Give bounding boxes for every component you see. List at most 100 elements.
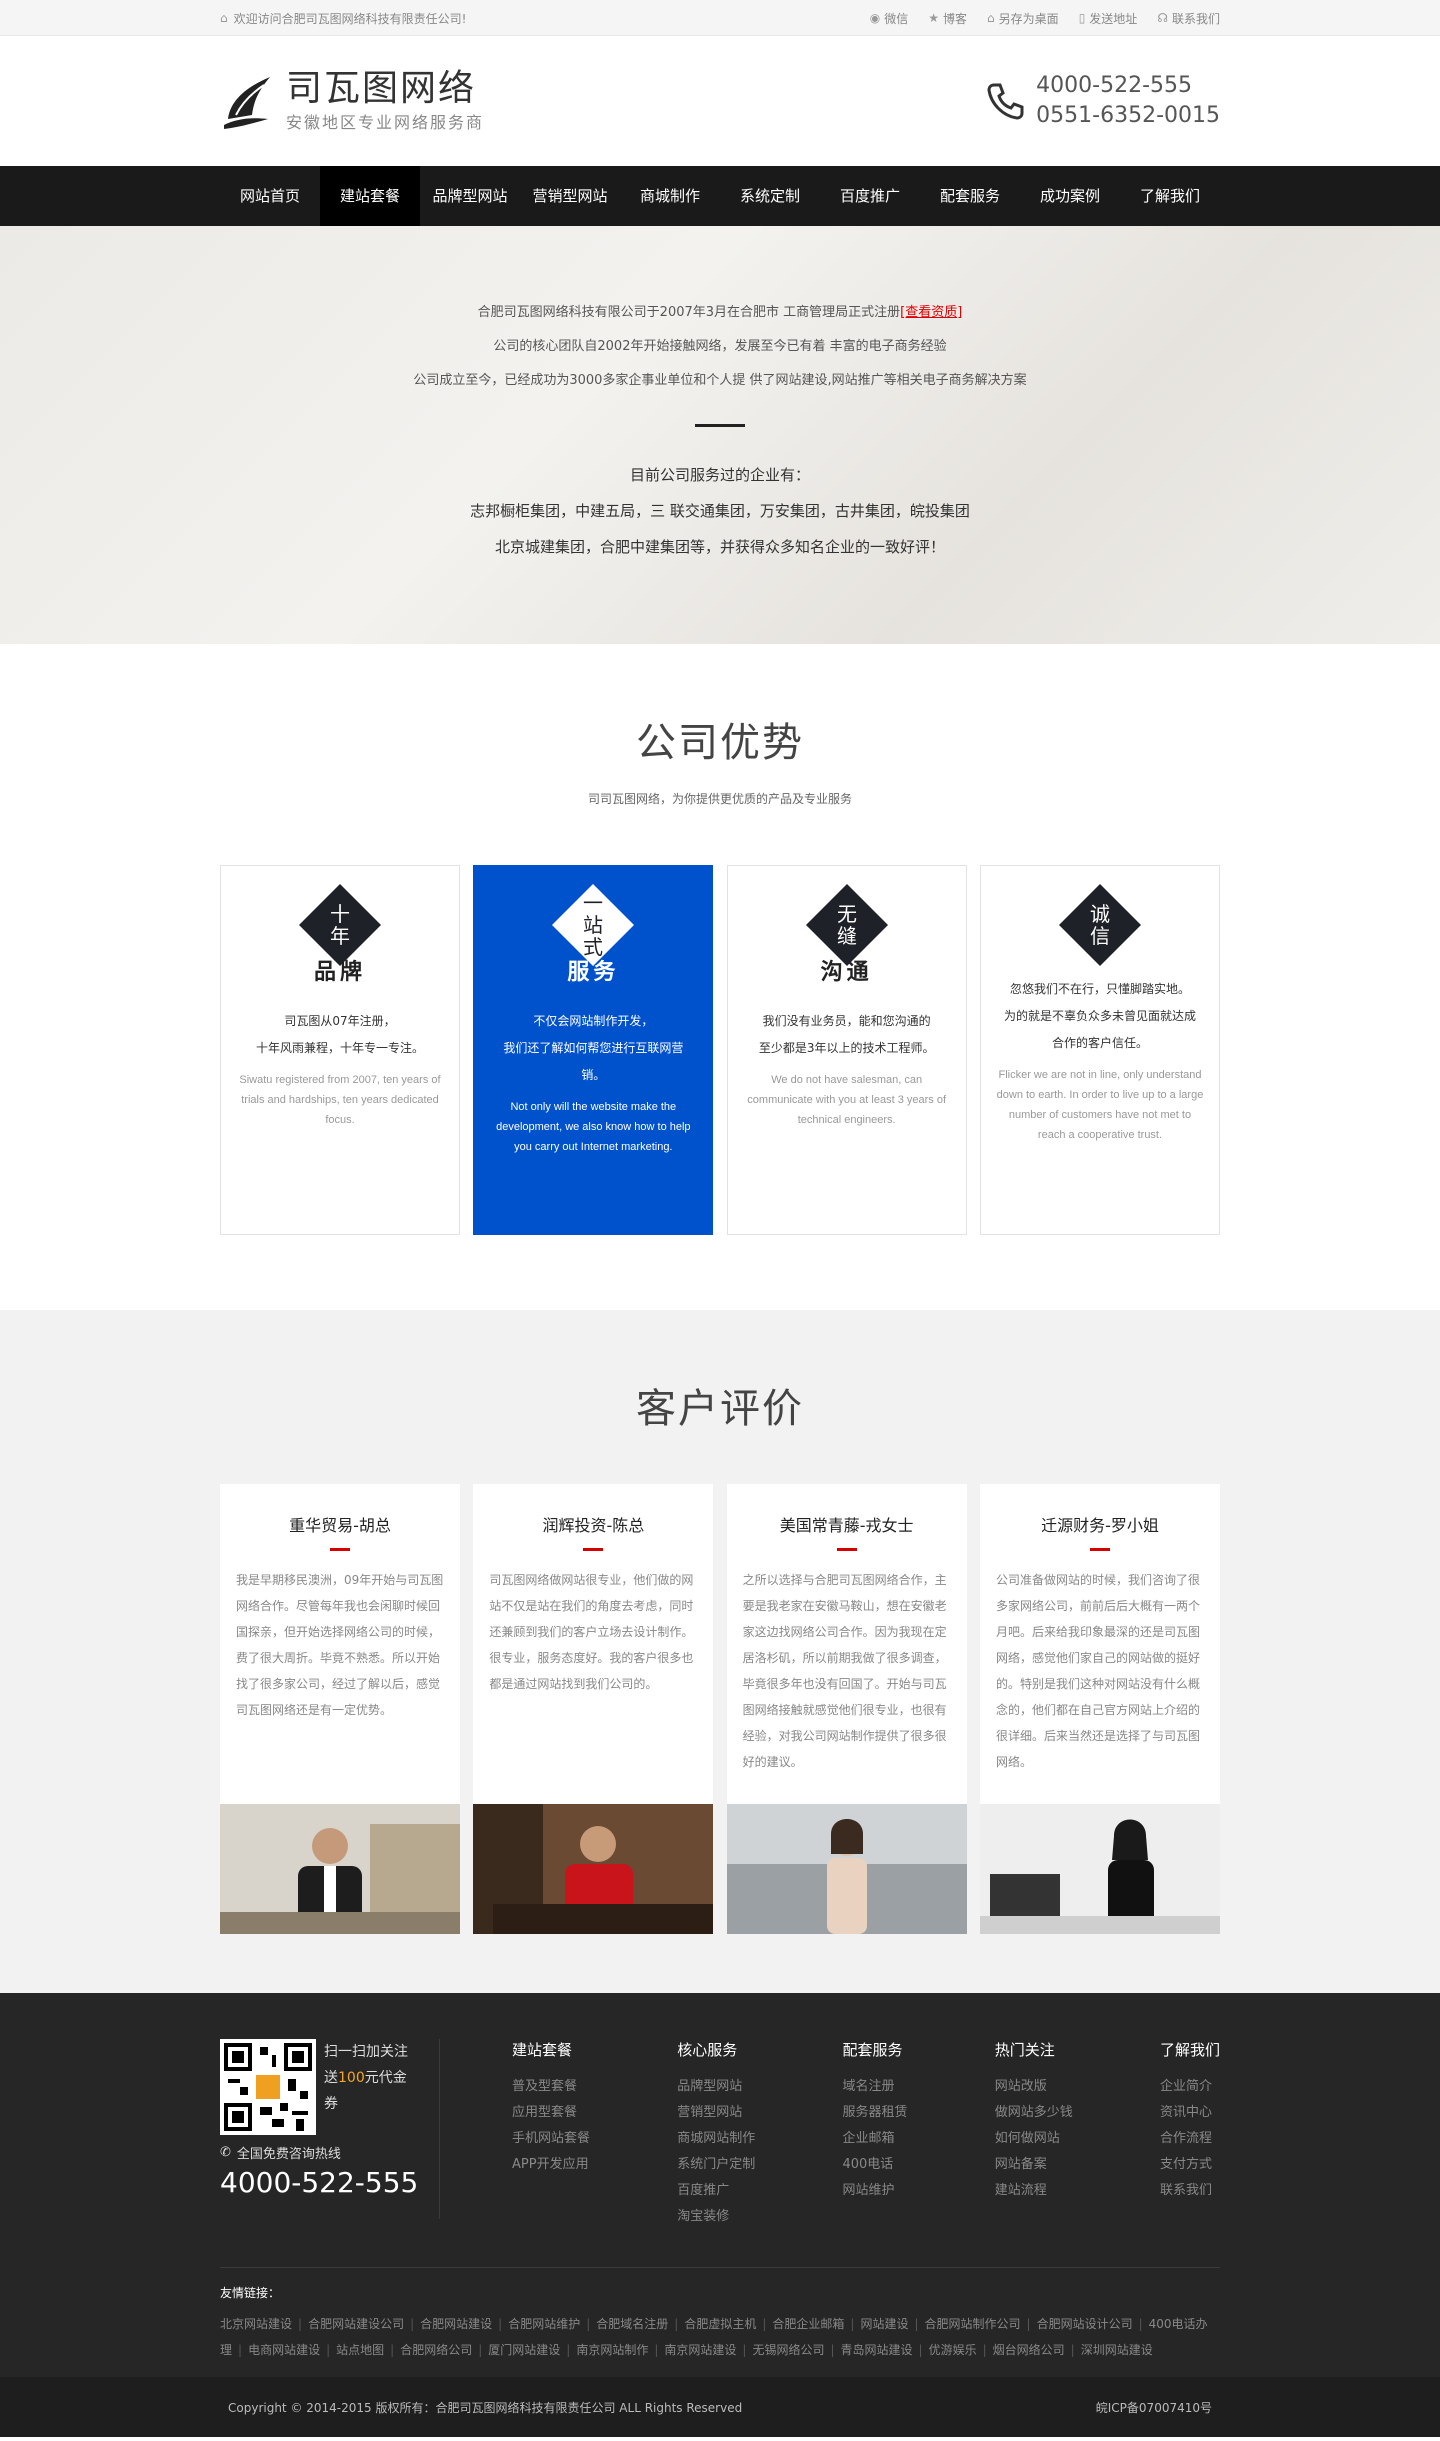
advantages-subtitle: 司司瓦图网络，为你提供更优质的产品及专业服务 (587, 792, 852, 806)
footer-link[interactable]: 商城网站制作 (677, 2126, 755, 2152)
friend-link[interactable]: 合肥企业邮箱 (772, 2317, 844, 2331)
reviewer-photo (979, 1804, 1220, 1934)
link-separator: | (1138, 2317, 1143, 2331)
link-separator: | (742, 2343, 747, 2357)
review-card[interactable]: 美国常青藤-戎女士 之所以选择与合肥司瓦图网络合作，主要是我老家在安徽马鞍山，想… (726, 1484, 967, 1934)
friend-link[interactable]: 电商网站建设 (248, 2343, 320, 2357)
footer-link[interactable]: 做网站多少钱 (995, 2100, 1073, 2126)
contact-link[interactable]: ☊ 联系我们 (1157, 10, 1220, 27)
friend-link[interactable]: 烟台网络公司 (993, 2343, 1065, 2357)
friend-links: 友情链接： 北京网站建设 | 合肥网站建设公司 | 合肥网站建设 | 合肥网站维护 | 合肥域名… (220, 2268, 1220, 2363)
friend-link[interactable]: 厦门网站建设 (488, 2343, 560, 2357)
footer-link[interactable]: 百度推广 (677, 2178, 755, 2204)
footer-link[interactable]: 网站维护 (842, 2178, 907, 2204)
footer-link[interactable]: 普及型套餐 (512, 2074, 590, 2100)
review-card[interactable]: 重华贸易-胡总 我是早期移民澳洲，09年开始与司瓦图网络合作。尽管每年我也会闲聊… (220, 1484, 460, 1934)
footer-link[interactable]: 域名注册 (842, 2074, 907, 2100)
link-separator: | (850, 2317, 855, 2331)
review-card[interactable]: 润辉投资-陈总 司瓦图网络做网站很专业，他们做的网站不仅是站在我们的角度去考虑，… (473, 1484, 714, 1934)
footer-link[interactable]: 系统门户定制 (677, 2152, 755, 2178)
nav-baidu-promotion[interactable]: 百度推广 (820, 166, 920, 226)
footer-link[interactable]: APP开发应用 (512, 2152, 590, 2178)
friend-link[interactable]: 优游娱乐 (929, 2343, 977, 2357)
phone-number-2: 0551-6352-0015 (1036, 103, 1220, 128)
nav-custom-system[interactable]: 系统定制 (720, 166, 820, 226)
send-address-link[interactable]: ▯ 发送地址 (1079, 10, 1138, 27)
intro-line-1: 合肥司瓦图网络科技有限公司于2007年3月在合肥市 工商管理局正式注册[查看资质… (0, 296, 1440, 330)
footer-link[interactable]: 应用型套餐 (512, 2100, 590, 2126)
header: 司瓦图网络 安徽地区专业网络服务商 4000-522-555 0551-6352… (0, 36, 1440, 166)
footer-link[interactable]: 支付方式 (1160, 2152, 1220, 2178)
card-text-cn-1: 忽悠我们不在行，只懂脚踏实地。 (1009, 982, 1190, 996)
nav-cases[interactable]: 成功案例 (1020, 166, 1120, 226)
friend-link[interactable]: 无锡网络公司 (752, 2343, 824, 2357)
friend-link[interactable]: 南京网站制作 (576, 2343, 648, 2357)
welcome: ⌂ 欢迎访问合肥司瓦图网络科技有限责任公司! (220, 10, 466, 27)
friend-link[interactable]: 合肥域名注册 (596, 2317, 668, 2331)
home-icon: ⌂ (220, 11, 228, 25)
footer-link[interactable]: 企业邮箱 (842, 2126, 907, 2152)
card-text-cn-2: 至少都是3年以上的技术工程师。 (758, 1041, 935, 1055)
footer-link[interactable]: 营销型网站 (677, 2100, 755, 2126)
footer-link[interactable]: 手机网站套餐 (512, 2126, 590, 2152)
friend-link[interactable]: 南京网站建设 (664, 2343, 736, 2357)
friend-link[interactable]: 站点地图 (336, 2343, 384, 2357)
friend-link[interactable]: 北京网站建设 (220, 2317, 292, 2331)
top-links: ◉ 微信 ★ 博客 ⌂ 另存为桌面 ▯ 发送地址 ☊ 联系我们 (870, 10, 1220, 27)
link-separator: | (762, 2317, 767, 2331)
icp-number[interactable]: 皖ICP备07007410号 (1096, 2399, 1212, 2416)
footer-link[interactable]: 合作流程 (1160, 2126, 1220, 2152)
save-desktop-link[interactable]: ⌂ 另存为桌面 (987, 10, 1059, 27)
friend-link[interactable]: 合肥网站建设 (420, 2317, 492, 2331)
card-text-cn-2: 十年风雨兼程，十年专一专注。 (255, 1041, 424, 1055)
advantage-card-service[interactable]: 一站式 服务 不仅会网站制作开发， 我们还了解如何帮您进行互联网营销。 Not o… (473, 865, 714, 1235)
logo[interactable]: 司瓦图网络 安徽地区专业网络服务商 (220, 69, 484, 133)
view-license-link[interactable]: [查看资质] (900, 305, 962, 320)
footer-link[interactable]: 品牌型网站 (677, 2074, 755, 2100)
clients-line-1: 志邦橱柜集团，中建五局，三 联交通集团，万安集团，古井集团，皖投集团 (470, 502, 970, 520)
friend-link[interactable]: 合肥网站建设公司 (308, 2317, 404, 2331)
intro-section: 合肥司瓦图网络科技有限公司于2007年3月在合肥市 工商管理局正式注册[查看资质… (0, 226, 1440, 644)
review-text: 公司准备做网站的时候，我们咨询了很多家网络公司，前前后后大概有一两个月吧。后来给… (995, 1573, 1200, 1769)
blog-link[interactable]: ★ 博客 (928, 10, 967, 27)
badge-text: 十年 (330, 902, 350, 948)
badge-icon: 诚信 (1058, 883, 1141, 967)
advantage-card-communication[interactable]: 无缝 沟通 我们没有业务员，能和您沟通的 至少都是3年以上的技术工程师。 We d… (726, 865, 967, 1235)
footer-link[interactable]: 联系我们 (1160, 2178, 1220, 2204)
footer-link[interactable]: 网站备案 (995, 2152, 1073, 2178)
review-text: 之所以选择与合肥司瓦图网络合作，主要是我老家在安徽马鞍山，想在安徽老家这边找网络… (742, 1573, 947, 1769)
footer-link[interactable]: 企业简介 (1160, 2074, 1220, 2100)
friend-link[interactable]: 青岛网站建设 (841, 2343, 913, 2357)
footer-link[interactable]: 资讯中心 (1160, 2100, 1220, 2126)
phone-icon (987, 83, 1024, 120)
nav-packages[interactable]: 建站套餐 (320, 166, 420, 226)
friend-link[interactable]: 合肥网站维护 (508, 2317, 580, 2331)
review-card[interactable]: 迁源财务-罗小姐 公司准备做网站的时候，我们咨询了很多家网络公司，前前后后大概有… (979, 1484, 1220, 1934)
friend-link[interactable]: 合肥虚拟主机 (684, 2317, 756, 2331)
advantage-card-integrity[interactable]: 诚信 忽悠我们不在行，只懂脚踏实地。 为的就是不辜负众多未曾见面就达成合作的客户信… (979, 865, 1220, 1235)
footer-link[interactable]: 网站改版 (995, 2074, 1073, 2100)
footer-link[interactable]: 400电话 (842, 2152, 907, 2178)
footer-col-title: 了解我们 (1159, 2041, 1220, 2059)
link-separator: | (478, 2343, 483, 2357)
footer-link[interactable]: 服务器租赁 (842, 2100, 907, 2126)
friend-link[interactable]: 合肥网站制作公司 (925, 2317, 1021, 2331)
nav-shop[interactable]: 商城制作 (620, 166, 720, 226)
footer-link[interactable]: 如何做网站 (995, 2126, 1073, 2152)
nav-home[interactable]: 网站首页 (220, 166, 320, 226)
nav-services[interactable]: 配套服务 (920, 166, 1020, 226)
friend-link[interactable]: 合肥网络公司 (400, 2343, 472, 2357)
badge-text: 诚信 (1089, 902, 1110, 948)
nav-about[interactable]: 了解我们 (1120, 166, 1220, 226)
footer-link[interactable]: 建站流程 (995, 2178, 1073, 2204)
friend-link[interactable]: 网站建设 (860, 2317, 908, 2331)
nav-marketing-site[interactable]: 营销型网站 (520, 166, 620, 226)
nav-brand-site[interactable]: 品牌型网站 (420, 166, 520, 226)
footer-link[interactable]: 淘宝装修 (677, 2204, 755, 2230)
divider (695, 424, 745, 427)
advantage-card-brand[interactable]: 十年 品牌 司瓦图从07年注册， 十年风雨兼程，十年专一专注。 Siwatu re… (220, 865, 460, 1235)
logo-title: 司瓦图网络 (286, 68, 477, 109)
friend-link[interactable]: 深圳网站建设 (1081, 2343, 1153, 2357)
wechat-link[interactable]: ◉ 微信 (870, 10, 909, 27)
friend-link[interactable]: 合肥网站设计公司 (1037, 2317, 1133, 2331)
